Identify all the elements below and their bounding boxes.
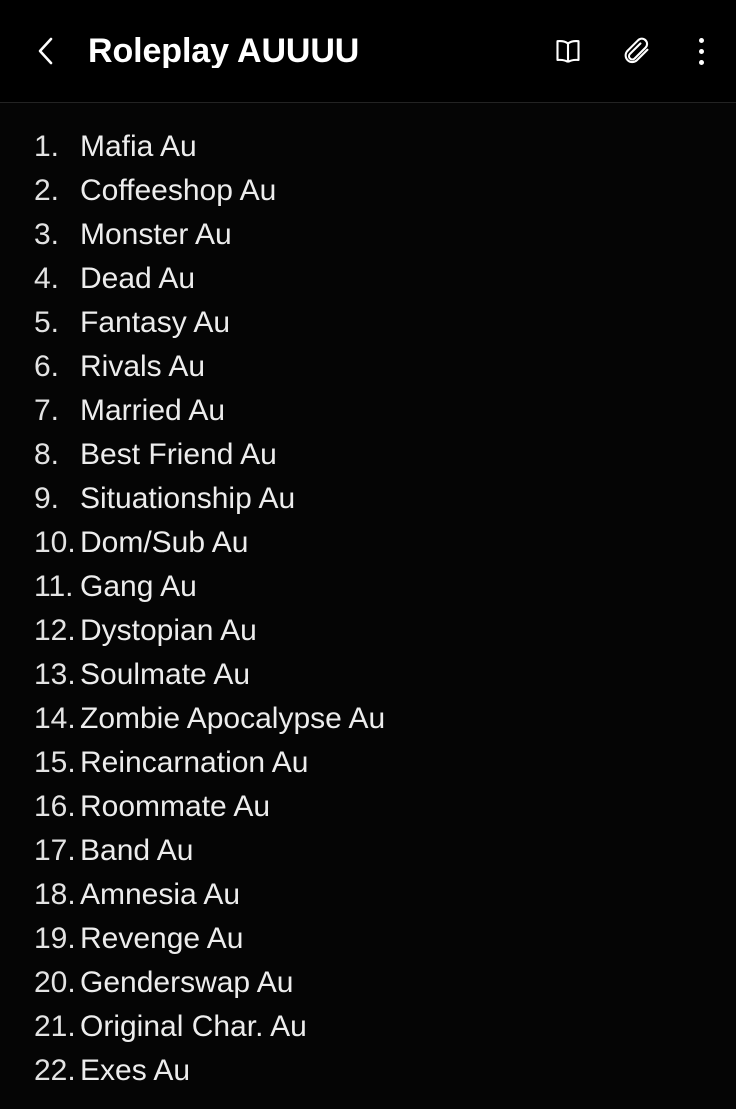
- list-item-number: 19.: [34, 922, 76, 955]
- list-item[interactable]: 9. Situationship Au: [0, 477, 736, 521]
- list-item[interactable]: 2. Coffeeshop Au: [0, 169, 736, 213]
- list-item-number: 17.: [34, 834, 76, 867]
- list-item[interactable]: 20. Genderswap Au: [0, 961, 736, 1005]
- list-item[interactable]: 19. Revenge Au: [0, 917, 736, 961]
- menu-dot: [698, 59, 704, 65]
- list-item-number: 11.: [34, 570, 74, 603]
- list-item-label: Soulmate Au: [80, 658, 251, 691]
- page-title: Roleplay AUUUU: [88, 34, 360, 68]
- list-item-number: 12.: [34, 614, 76, 647]
- menu-dot: [698, 37, 704, 43]
- list-item[interactable]: 18. Amnesia Au: [0, 873, 736, 917]
- note-content-area[interactable]: 1. Mafia Au 2. Coffeeshop Au 3. Monster Au 4. D…: [0, 103, 736, 1109]
- au-list: 1. Mafia Au 2. Coffeeshop Au 3. Monster Au 4. D…: [0, 125, 736, 1093]
- list-item-number: 6.: [34, 350, 60, 383]
- list-item-number: 13.: [34, 658, 76, 691]
- list-item-label: Original Char. Au: [80, 1010, 307, 1043]
- list-item-label: Dystopian Au: [80, 614, 257, 647]
- list-item-label: Monster Au: [80, 218, 232, 251]
- reading-mode-button[interactable]: [548, 29, 588, 73]
- list-item-label: Amnesia Au: [80, 878, 241, 911]
- list-item[interactable]: 10. Dom/Sub Au: [0, 521, 736, 565]
- list-item-number: 8.: [34, 438, 60, 471]
- list-item[interactable]: 11. Gang Au: [0, 565, 736, 609]
- list-item[interactable]: 14. Zombie Apocalypse Au: [0, 697, 736, 741]
- menu-dot: [698, 48, 704, 54]
- note-screen: Roleplay AUUUU 1. Mafia Au 2. Coffeeshop…: [0, 0, 736, 1109]
- list-item-number: 4.: [34, 262, 60, 295]
- list-item-number: 14.: [34, 702, 76, 735]
- list-item[interactable]: 12. Dystopian Au: [0, 609, 736, 653]
- list-item[interactable]: 6. Rivals Au: [0, 345, 736, 389]
- app-bar-actions: [548, 29, 714, 73]
- list-item-label: Best Friend Au: [80, 438, 277, 471]
- list-item-number: 9.: [34, 482, 60, 515]
- list-item[interactable]: 5. Fantasy Au: [0, 301, 736, 345]
- list-item-label: Gang Au: [80, 570, 197, 603]
- list-item[interactable]: 3. Monster Au: [0, 213, 736, 257]
- list-item-label: Dead Au: [80, 262, 196, 295]
- list-item-label: Genderswap Au: [80, 966, 294, 999]
- list-item[interactable]: 15. Reincarnation Au: [0, 741, 736, 785]
- more-options-button[interactable]: [688, 29, 714, 73]
- list-item[interactable]: 13. Soulmate Au: [0, 653, 736, 697]
- list-item[interactable]: 17. Band Au: [0, 829, 736, 873]
- more-vertical-icon: [698, 34, 704, 68]
- list-item-number: 22.: [34, 1054, 76, 1087]
- list-item-label: Married Au: [80, 394, 226, 427]
- list-item-label: Zombie Apocalypse Au: [80, 702, 386, 735]
- list-item-label: Revenge Au: [80, 922, 244, 955]
- paperclip-icon: [624, 37, 649, 64]
- list-item-number: 2.: [34, 174, 60, 207]
- list-item-label: Reincarnation Au: [80, 746, 309, 779]
- list-item-number: 16.: [34, 790, 76, 823]
- book-icon: [556, 40, 580, 63]
- list-item-label: Exes Au: [80, 1054, 191, 1087]
- list-item-number: 21.: [34, 1010, 76, 1043]
- attachment-button[interactable]: [618, 29, 658, 73]
- list-item-number: 20.: [34, 966, 76, 999]
- list-item[interactable]: 1. Mafia Au: [0, 125, 736, 169]
- list-item-number: 15.: [34, 746, 76, 779]
- list-item-number: 7.: [34, 394, 60, 427]
- list-item-number: 3.: [34, 218, 60, 251]
- list-item-number: 18.: [34, 878, 76, 911]
- list-item-number: 5.: [34, 306, 60, 339]
- list-item[interactable]: 16. Roommate Au: [0, 785, 736, 829]
- list-item-label: Coffeeshop Au: [80, 174, 277, 207]
- list-item-number: 1.: [34, 130, 60, 163]
- app-bar: Roleplay AUUUU: [0, 0, 736, 103]
- list-item[interactable]: 8. Best Friend Au: [0, 433, 736, 477]
- list-item-label: Rivals Au: [80, 350, 206, 383]
- list-item-label: Fantasy Au: [80, 306, 231, 339]
- list-item[interactable]: 22. Exes Au: [0, 1049, 736, 1093]
- list-item-label: Mafia Au: [80, 130, 197, 163]
- list-item-label: Band Au: [80, 834, 194, 867]
- list-item[interactable]: 7. Married Au: [0, 389, 736, 433]
- list-item[interactable]: 4. Dead Au: [0, 257, 736, 301]
- list-item-label: Situationship Au: [80, 482, 296, 515]
- back-button[interactable]: [34, 29, 78, 73]
- chevron-left-icon: [38, 37, 53, 65]
- list-item-label: Roommate Au: [80, 790, 271, 823]
- list-item-label: Dom/Sub Au: [80, 526, 249, 559]
- list-item[interactable]: 21. Original Char. Au: [0, 1005, 736, 1049]
- list-item-number: 10.: [34, 526, 76, 559]
